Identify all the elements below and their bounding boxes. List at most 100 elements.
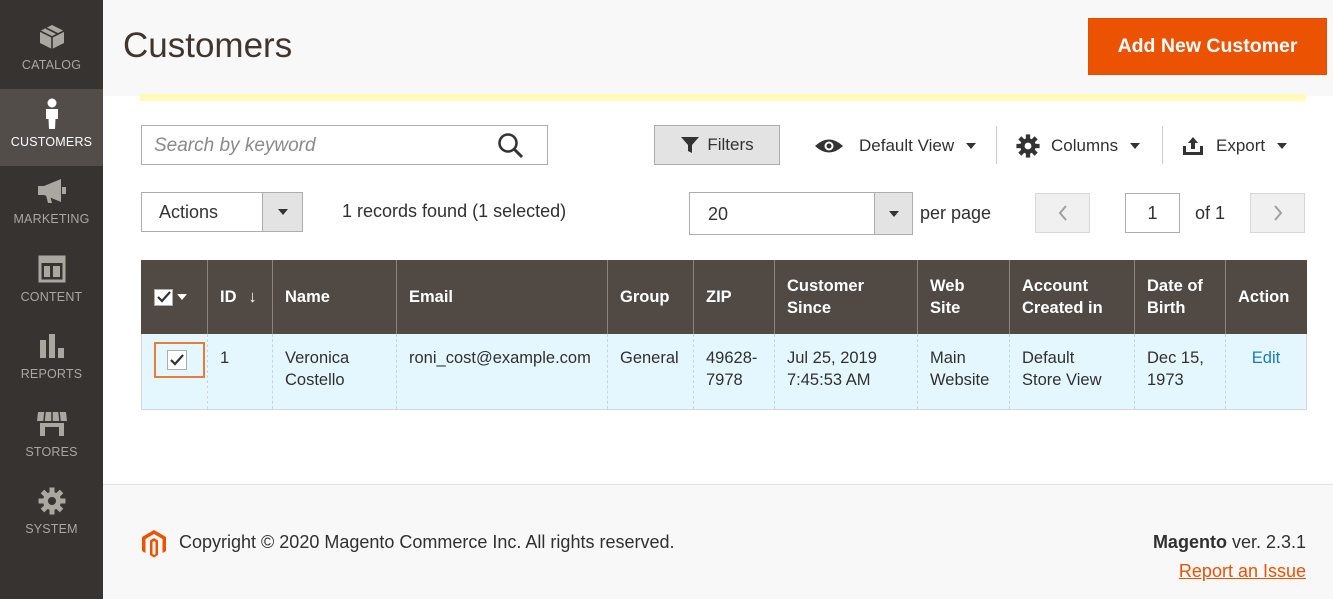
default-view-dropdown[interactable]: Default View [814,128,977,164]
column-header-zip[interactable]: ZIP [693,260,775,334]
chevron-down-icon [277,209,288,215]
column-header-group[interactable]: Group [607,260,694,334]
table-header-row: ID ↓ Name Email Group ZIP Customer Since W… [141,260,1307,334]
sidebar-item-customers[interactable]: CUSTOMERS [0,89,103,166]
sidebar-item-label: REPORTS [20,367,83,381]
export-label: Export [1216,136,1266,155]
checkmark-icon [170,354,184,366]
funnel-icon [681,137,700,153]
search-input[interactable] [154,134,484,158]
export-dropdown[interactable]: Export [1182,128,1288,164]
column-header-action: Action [1225,260,1307,334]
actions-dropdown[interactable]: Actions [141,192,303,232]
chevron-right-icon [1273,205,1282,221]
cell-email: roni_cost@example.com [396,334,608,410]
page-count: of 1 [1195,203,1226,223]
layout-icon [0,254,103,284]
message-bar [140,94,1306,101]
storefront-icon [0,409,103,439]
per-page-value: 20 [708,204,729,224]
column-header-email[interactable]: Email [396,260,608,334]
person-icon [0,98,103,129]
row-checkbox[interactable] [167,350,187,370]
customers-grid: ID ↓ Name Email Group ZIP Customer Since W… [141,260,1307,410]
admin-sidebar: CATALOG CUSTOMERS MARKETING CONTENT REPO… [0,0,103,599]
chevron-down-icon [1277,143,1288,149]
sidebar-item-reports[interactable]: REPORTS [0,321,103,398]
columns-dropdown[interactable]: Columns [1016,128,1141,164]
search-box [141,125,548,165]
filters-label: Filters [707,135,754,154]
page-footer: Copyright © 2020 Magento Commerce Inc. A… [103,484,1333,599]
chevron-down-icon [888,210,899,217]
sidebar-item-label: SYSTEM [25,522,78,536]
cell-zip: 49628- 7978 [693,334,775,410]
select-all-checkbox[interactable] [154,288,173,306]
chevron-down-icon [966,143,977,149]
column-header-name[interactable]: Name [272,260,397,334]
cell-action: Edit [1225,334,1307,410]
box-icon [0,22,103,52]
column-header-id[interactable]: ID ↓ [207,260,273,334]
sidebar-item-system[interactable]: SYSTEM [0,476,103,553]
sidebar-item-label: CATALOG [21,58,82,72]
columns-label: Columns [1051,136,1119,155]
sidebar-item-label: STORES [25,445,78,459]
per-page-select[interactable]: 20 [689,192,913,235]
current-page-input[interactable] [1125,193,1180,233]
bar-chart-icon [0,331,103,361]
toolbar-divider [1162,126,1163,164]
export-icon [1183,137,1203,155]
chevron-down-icon[interactable] [177,294,187,300]
row-select-cell [141,334,208,410]
magento-logo-icon [141,529,167,564]
previous-page-button[interactable] [1035,193,1090,233]
next-page-button[interactable] [1250,193,1305,233]
copyright-text: Copyright © 2020 Magento Commerce Inc. A… [179,532,675,552]
column-header-account-created-in[interactable]: Account Created in [1009,260,1135,334]
checkmark-icon [156,291,171,303]
filters-button[interactable]: Filters [654,125,780,165]
cell-group: General [607,334,694,410]
version-text: Magento ver. 2.3.1 [1152,532,1306,552]
cell-customer-since: Jul 25, 2019 7:45:53 AM [774,334,918,410]
actions-label: Actions [159,202,219,222]
column-header-date-of-birth[interactable]: Date of Birth [1134,260,1226,334]
chevron-down-icon [1130,143,1141,149]
gear-icon [1016,134,1040,158]
default-view-label: Default View [859,136,955,155]
eye-icon [815,139,843,153]
cell-name: Veronica Costello [272,334,397,410]
search-icon[interactable] [496,132,526,160]
sidebar-item-label: CONTENT [20,290,83,304]
cell-id: 1 [207,334,273,410]
gear-icon [0,486,103,516]
megaphone-icon [0,176,103,206]
dropdown-toggle[interactable] [262,193,302,231]
edit-link[interactable]: Edit [1252,349,1280,367]
chevron-left-icon [1058,205,1067,221]
column-header-web-site[interactable]: Web Site [917,260,1010,334]
sidebar-item-label: MARKETING [13,212,90,226]
table-row[interactable]: 1 Veronica Costello roni_cost@example.com… [141,334,1307,410]
page-title: Customers [123,26,293,65]
page-header: Customers Add New Customer [103,0,1333,96]
cell-web-site: Main Website [917,334,1010,410]
toolbar-divider [996,126,997,164]
dropdown-toggle[interactable] [874,193,912,234]
cell-date-of-birth: Dec 15, 1973 [1134,334,1226,410]
cell-account-created-in: Default Store View [1009,334,1135,410]
sidebar-item-stores[interactable]: STORES [0,399,103,476]
column-header-customer-since[interactable]: Customer Since [774,260,918,334]
records-found-text: 1 records found (1 selected) [342,201,567,221]
sort-desc-icon: ↓ [248,288,257,306]
per-page-label: per page [920,203,992,223]
mass-select-header[interactable] [141,260,208,334]
add-new-customer-button[interactable]: Add New Customer [1088,18,1327,75]
sidebar-item-label: CUSTOMERS [10,135,93,149]
row-checkbox-highlight [154,342,205,378]
report-issue-link[interactable]: Report an Issue [1179,561,1306,582]
sidebar-item-catalog[interactable]: CATALOG [0,12,103,89]
sidebar-item-content[interactable]: CONTENT [0,244,103,321]
sidebar-item-marketing[interactable]: MARKETING [0,166,103,243]
